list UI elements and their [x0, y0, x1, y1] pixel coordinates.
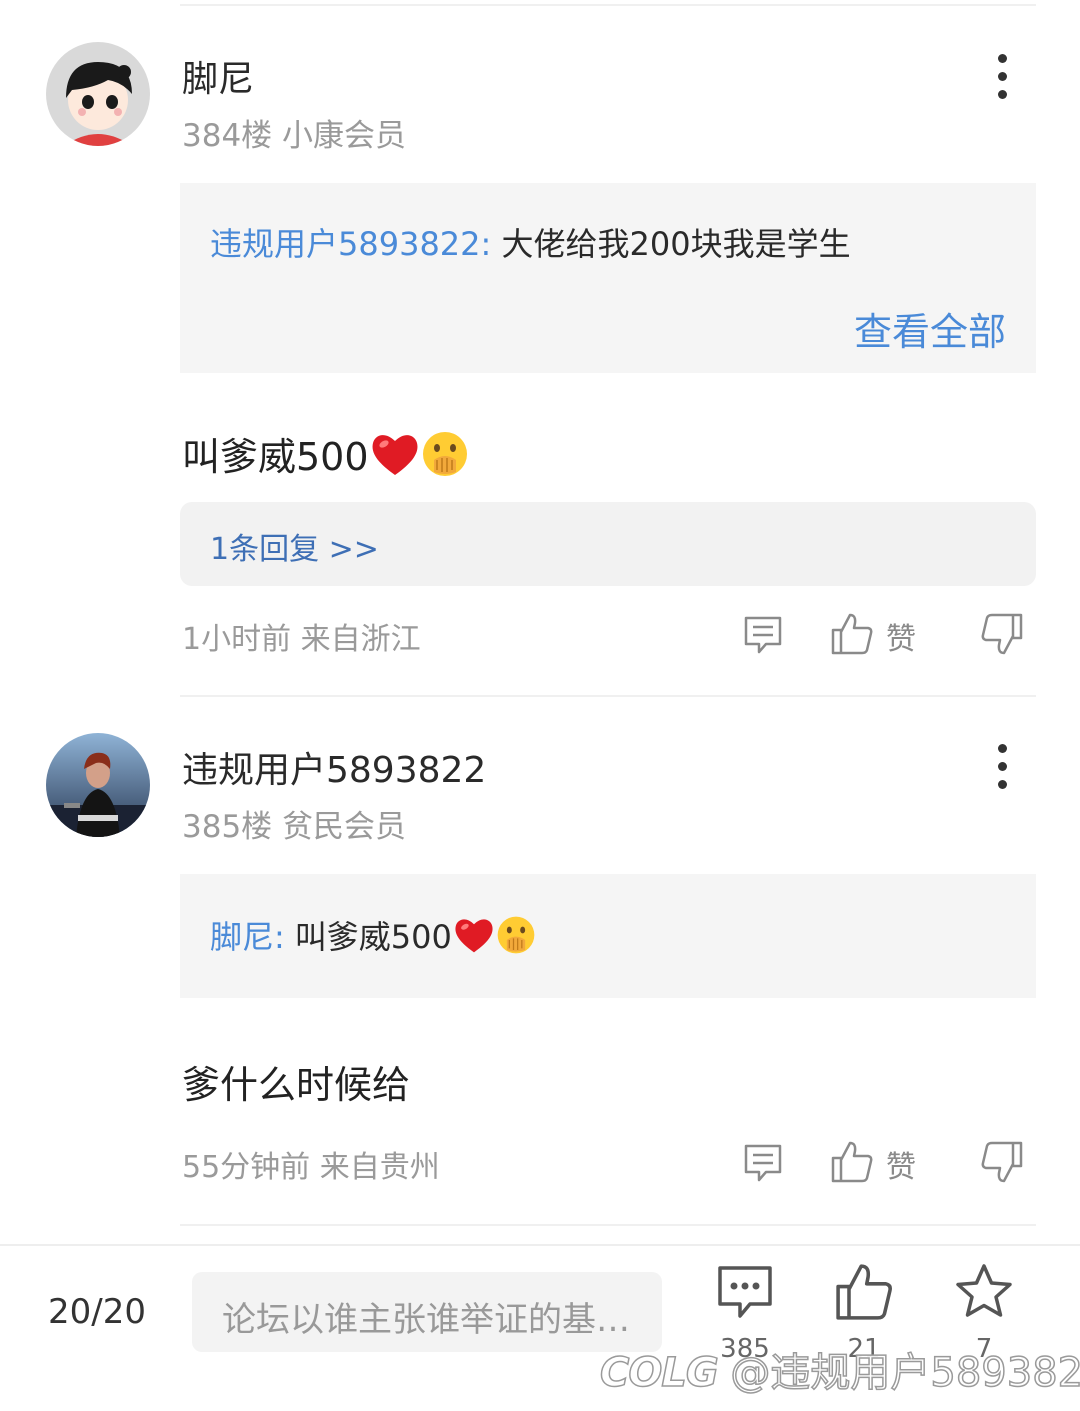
reply-input[interactable]: 论坛以谁主张谁举证的基… — [192, 1272, 662, 1352]
floor-number: 384楼 — [182, 118, 273, 154]
username[interactable]: 脚尼 — [182, 50, 254, 102]
post-footer-meta: 55分钟前 来自贵州 — [182, 1142, 440, 1186]
divider — [180, 695, 1036, 697]
quote-line: 违规用户5893822: 大佬给我200块我是学生 — [210, 219, 851, 265]
post-meta: 384楼 小康会员 — [182, 110, 406, 155]
post-location: 来自浙江 — [300, 622, 421, 657]
avatar[interactable] — [46, 42, 150, 146]
page-indicator[interactable]: 20/20 — [48, 1292, 146, 1332]
member-level: 贫民会员 — [282, 809, 407, 845]
post-content-text: 叫爹威500 — [182, 435, 369, 479]
favorite-star-icon[interactable] — [954, 1262, 1014, 1322]
post-location: 来自贵州 — [319, 1150, 440, 1185]
quote-user[interactable]: 脚尼: — [210, 912, 285, 958]
post-meta: 385楼 贫民会员 — [182, 801, 406, 846]
replies-link-label: 1条回复 >> — [210, 532, 379, 567]
like-icon[interactable] — [834, 1262, 894, 1322]
thumbs-up-icon[interactable] — [830, 1140, 874, 1184]
comment-icon[interactable] — [742, 614, 784, 656]
watermark-handle: @违规用户5893822 — [730, 1349, 1080, 1397]
heart-emoji-icon — [455, 919, 493, 953]
hand-over-mouth-emoji-icon — [497, 916, 535, 954]
watermark-logo: COLG — [599, 1349, 719, 1397]
member-level: 小康会员 — [282, 118, 407, 154]
divider — [180, 4, 1036, 6]
username[interactable]: 违规用户5893822 — [182, 741, 486, 793]
quote-box[interactable]: 违规用户5893822: 大佬给我200块我是学生 查看全部 — [180, 183, 1036, 373]
comment-icon[interactable] — [742, 1142, 784, 1184]
replies-link[interactable]: 1条回复 >> — [180, 502, 1036, 586]
thumbs-down-icon[interactable] — [980, 612, 1024, 656]
quote-text: 叫爹威500 — [294, 918, 452, 956]
like-label[interactable]: 赞 — [886, 614, 916, 658]
divider — [180, 1224, 1036, 1226]
floor-number: 385楼 — [182, 809, 273, 845]
post-time: 55分钟前 — [182, 1150, 311, 1185]
watermark: COLG @违规用户5893822 — [599, 1340, 1080, 1398]
post-content: 爹什么时候给 — [182, 1054, 410, 1109]
quote-user[interactable]: 违规用户5893822: — [210, 225, 491, 263]
post-content-text: 爹什么时候给 — [182, 1063, 411, 1107]
view-all-link[interactable]: 查看全部 — [854, 301, 1006, 356]
reply-input-placeholder: 论坛以谁主张谁举证的基… — [222, 1300, 630, 1340]
avatar[interactable] — [46, 733, 150, 837]
heart-emoji-icon — [372, 434, 417, 475]
quote-text: 大佬给我200块我是学生 — [501, 225, 851, 263]
more-options-button[interactable] — [984, 46, 1020, 106]
thumbs-down-icon[interactable] — [980, 1140, 1024, 1184]
hand-over-mouth-emoji-icon — [422, 431, 467, 476]
more-options-button[interactable] — [984, 736, 1020, 796]
comments-icon[interactable] — [716, 1262, 774, 1322]
post-footer-meta: 1小时前 来自浙江 — [182, 614, 421, 658]
quote-box[interactable]: 脚尼: 叫爹威500 — [180, 874, 1036, 998]
post-content: 叫爹威500 — [182, 426, 469, 481]
quote-line: 脚尼: 叫爹威500 — [210, 912, 536, 958]
like-label[interactable]: 赞 — [886, 1142, 916, 1186]
thumbs-up-icon[interactable] — [830, 612, 874, 656]
post-time: 1小时前 — [182, 622, 292, 657]
